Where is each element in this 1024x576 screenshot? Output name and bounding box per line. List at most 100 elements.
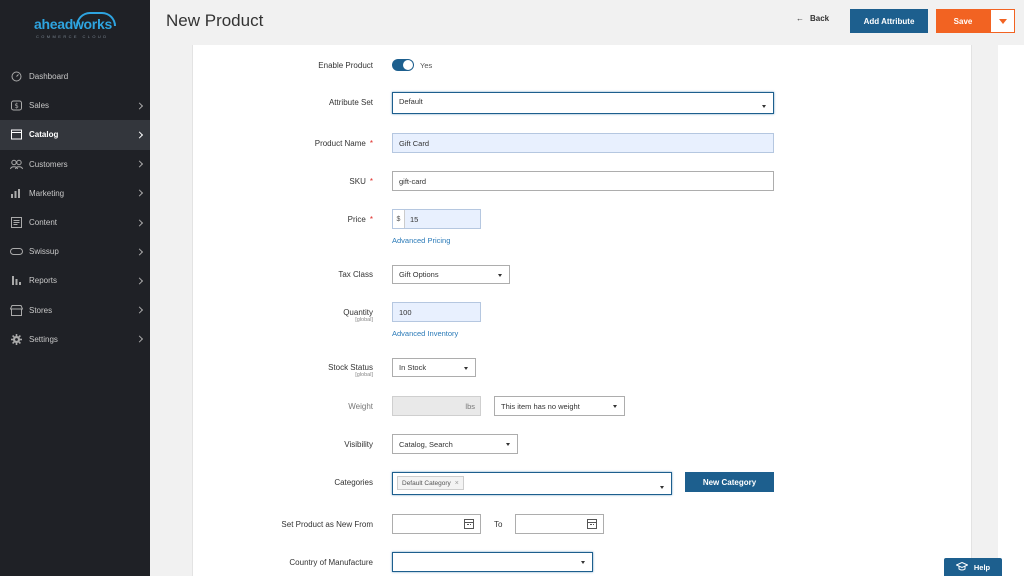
country-select[interactable] [392, 552, 593, 572]
new-category-button[interactable]: New Category [685, 472, 774, 492]
sidebar-item-settings[interactable]: Settings [0, 325, 150, 354]
help-label: Help [973, 562, 991, 572]
quantity-value: 100 [399, 307, 412, 317]
right-gutter [998, 45, 1024, 576]
product-name-value: Gift Card [399, 138, 430, 148]
stock-status-value: In Stock [399, 363, 427, 372]
enable-product-value: Yes [420, 61, 433, 70]
tax-class-select[interactable]: Gift Options [392, 265, 510, 284]
page-title: New Product [166, 11, 264, 30]
aheadworks-logo[interactable]: aheadworks COMMERCE CLOUD [30, 12, 120, 40]
content-icon [10, 217, 23, 229]
gear-icon [10, 333, 23, 345]
caret-down-icon [506, 443, 510, 446]
back-button[interactable]: ← Back [796, 14, 829, 23]
visibility-select[interactable]: Catalog, Search [392, 434, 518, 454]
sidebar-item-stores[interactable]: Stores [0, 296, 150, 325]
price-input[interactable]: $ 15 [392, 209, 481, 229]
caret-down-icon [498, 273, 502, 277]
sidebar-item-dashboard[interactable]: Dashboard [0, 62, 150, 91]
caret-down-icon [998, 18, 1007, 24]
chevron-right-icon [135, 306, 144, 314]
price-label: Price * [347, 215, 373, 224]
attribute-set-select[interactable]: Default [392, 92, 774, 114]
calendar-icon[interactable] [587, 519, 597, 529]
sku-input[interactable]: gift-card [392, 171, 774, 191]
stock-status-select[interactable]: In Stock [392, 358, 476, 377]
sidebar-item-customers[interactable]: Customers [0, 150, 150, 179]
dollar-icon: $ [10, 100, 23, 111]
quantity-input[interactable]: 100 [392, 302, 481, 322]
sidebar-item-label: Customers [29, 159, 68, 169]
weight-input[interactable]: lbs [392, 396, 481, 416]
chevron-right-icon [135, 131, 144, 139]
logo-subtext: COMMERCE CLOUD [36, 34, 109, 39]
currency-symbol: $ [393, 210, 405, 228]
sidebar-item-label: Settings [29, 334, 58, 344]
chevron-right-icon [135, 160, 144, 168]
sidebar-item-catalog[interactable]: Catalog [0, 120, 150, 150]
graduation-cap-icon [955, 561, 969, 573]
product-name-label: Product Name * [314, 139, 373, 148]
caret-down-icon [660, 486, 664, 489]
stock-status-label: Stock Status [328, 363, 373, 372]
caret-down-icon [464, 366, 468, 370]
to-label: To [494, 520, 503, 529]
caret-down-icon [613, 405, 617, 408]
svg-text:$: $ [14, 102, 18, 110]
caret-down-icon [762, 105, 766, 108]
new-from-label: Set Product as New From [281, 520, 373, 529]
add-attribute-button[interactable]: Add Attribute [850, 9, 928, 33]
sidebar-item-label: Stores [29, 305, 53, 315]
customers-icon [10, 159, 23, 170]
advanced-pricing-link[interactable]: Advanced Pricing [392, 236, 450, 245]
new-to-date-input[interactable] [515, 514, 604, 534]
save-options-toggle[interactable] [990, 9, 1015, 33]
weight-type-select[interactable]: This item has no weight [494, 396, 625, 416]
chevron-right-icon [135, 248, 144, 256]
product-name-input[interactable]: Gift Card [392, 133, 774, 153]
weight-type-value: This item has no weight [501, 401, 580, 411]
chip-remove-icon[interactable]: × [455, 480, 459, 487]
sidebar-item-marketing[interactable]: Marketing [0, 179, 150, 208]
advanced-inventory-link[interactable]: Advanced Inventory [392, 329, 458, 338]
marketing-icon [10, 188, 23, 199]
sidebar-item-label: Catalog [29, 130, 59, 140]
quantity-scope: [global] [355, 317, 373, 323]
save-button[interactable]: Save [936, 9, 990, 33]
attribute-set-value: Default [399, 97, 423, 106]
sidebar-item-swissup[interactable]: Swissup [0, 237, 150, 266]
admin-sidebar: aheadworks COMMERCE CLOUD Dashboard $ Sa… [0, 0, 150, 576]
sku-label: SKU * [349, 177, 373, 186]
categories-label: Categories [334, 478, 373, 487]
weight-unit: lbs [465, 402, 475, 411]
product-form-panel: Enable Product Yes Attribute Set Default… [192, 45, 972, 576]
help-button[interactable]: Help [944, 558, 1002, 576]
toggle-knob [403, 60, 413, 70]
tax-class-value: Gift Options [399, 270, 439, 279]
sidebar-item-content[interactable]: Content [0, 208, 150, 237]
sidebar-item-label: Swissup [29, 247, 59, 257]
chevron-right-icon [135, 277, 144, 285]
dashboard-icon [10, 71, 23, 82]
calendar-icon[interactable] [464, 519, 474, 529]
chevron-right-icon [135, 102, 144, 110]
reports-icon [10, 275, 23, 286]
category-chip-label: Default Category [402, 479, 451, 487]
sidebar-item-label: Dashboard [29, 72, 69, 82]
stock-status-scope: [global] [355, 372, 373, 378]
country-label: Country of Manufacture [289, 558, 373, 567]
sidebar-item-reports[interactable]: Reports [0, 266, 150, 295]
logo-text: aheadworks [34, 16, 112, 32]
categories-select[interactable]: Default Category × [392, 472, 672, 495]
enable-product-toggle[interactable] [392, 59, 414, 71]
sidebar-item-label: Marketing [29, 188, 65, 198]
arrow-left-icon: ← [796, 14, 804, 23]
back-label: Back [810, 14, 830, 23]
sidebar-item-sales[interactable]: $ Sales [0, 91, 150, 120]
new-from-date-input[interactable] [392, 514, 481, 534]
sidebar-item-label: Sales [29, 101, 50, 111]
enable-product-row: Enable Product Yes [193, 59, 971, 71]
sidebar-item-label: Content [29, 218, 58, 228]
sidebar-item-label: Reports [29, 276, 58, 286]
